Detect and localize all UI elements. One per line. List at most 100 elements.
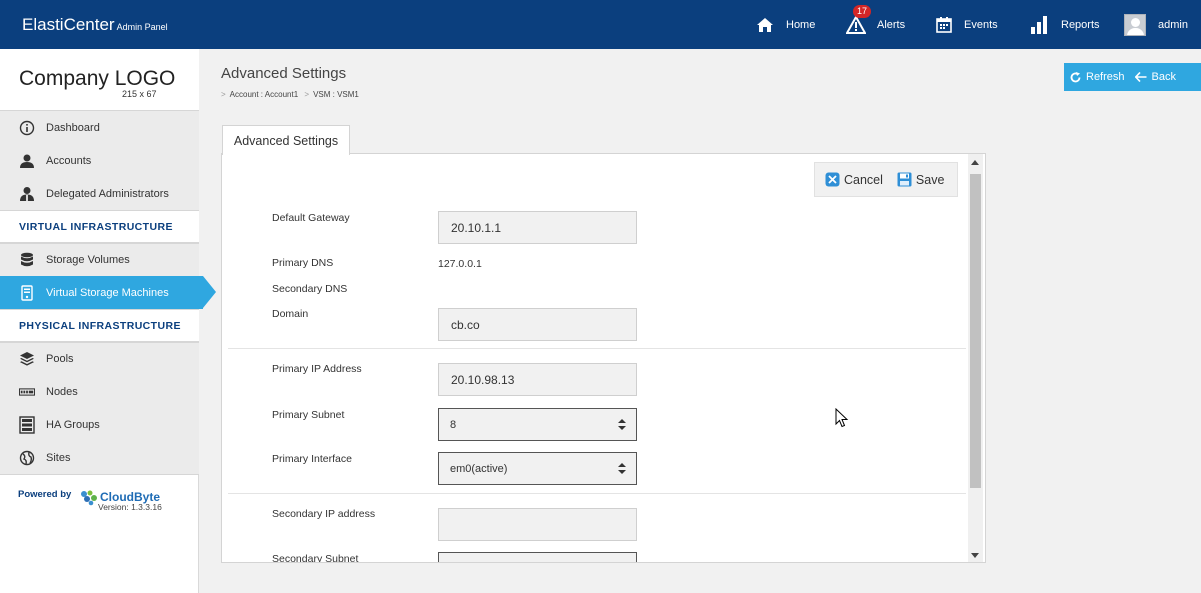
refresh-button[interactable]: Refresh <box>1070 71 1125 83</box>
primary-ip-label: Primary IP Address <box>272 363 362 375</box>
home-icon <box>757 17 773 32</box>
logo-size: 215 x 67 <box>122 89 157 99</box>
save-button[interactable]: Save <box>897 172 945 187</box>
user-menu[interactable]: admin <box>1124 0 1188 49</box>
sidebar-item-virtual-storage-machines[interactable]: Virtual Storage Machines <box>0 276 216 309</box>
cancel-button[interactable]: Cancel <box>825 172 883 187</box>
powered-by-label: Powered by <box>18 489 72 500</box>
breadcrumb: > Account : Account1 > VSM : VSM1 <box>221 90 359 99</box>
save-icon <box>897 172 912 187</box>
sidebar-item-label: Delegated Administrators <box>46 187 169 200</box>
sidebar-item-dashboard[interactable]: Dashboard <box>0 111 199 144</box>
info-icon <box>19 120 35 136</box>
select-arrows-icon <box>618 463 626 475</box>
default-gateway-label: Default Gateway <box>272 212 350 224</box>
cloudbyte-logo-icon <box>81 490 97 506</box>
sidebar-item-nodes[interactable]: Nodes <box>0 375 199 408</box>
nav-home[interactable]: Home <box>756 0 815 49</box>
nav-events[interactable]: Events <box>936 0 998 49</box>
sidebar-item-ha-groups[interactable]: HA Groups <box>0 408 199 441</box>
admin-user-icon <box>19 186 35 202</box>
top-bar: ElastiCenter Admin Panel Home 17 Alerts E… <box>0 0 1201 49</box>
sidebar-item-label: Sites <box>46 451 71 464</box>
logo-text: Company LOGO <box>19 67 176 90</box>
sidebar-item-accounts[interactable]: Accounts <box>0 144 199 177</box>
domain-label: Domain <box>272 308 309 320</box>
refresh-icon <box>1070 71 1081 82</box>
breadcrumb-separator-icon: > <box>221 90 226 99</box>
scroll-up-icon[interactable] <box>971 160 979 165</box>
layers-icon <box>19 351 35 367</box>
sidebar-item-pools[interactable]: Pools <box>0 342 199 375</box>
alert-icon <box>846 15 866 34</box>
sidebar-item-label: Virtual Storage Machines <box>46 286 169 299</box>
default-gateway-field[interactable]: 20.10.1.1 <box>438 211 637 244</box>
back-button[interactable]: Back <box>1134 71 1176 83</box>
select-arrows-icon <box>618 419 626 431</box>
secondary-dns-label: Secondary DNS <box>272 283 348 295</box>
scroll-down-icon[interactable] <box>971 553 979 558</box>
secondary-subnet-label: Secondary Subnet <box>272 553 359 563</box>
settings-panel: Cancel Save Default Gateway 20.10.1.1 Pr… <box>221 153 986 563</box>
primary-dns-label: Primary DNS <box>272 257 334 269</box>
primary-interface-label: Primary Interface <box>272 453 352 465</box>
alerts-count-badge: 17 <box>853 5 872 18</box>
sidebar-item-label: Pools <box>46 352 74 365</box>
user-icon <box>19 153 35 169</box>
nav-alerts[interactable]: 17 Alerts <box>846 0 905 49</box>
breadcrumb-separator-icon: > <box>304 90 310 99</box>
secondary-ip-field[interactable] <box>438 508 637 541</box>
brand-title: ElastiCenter <box>22 15 115 34</box>
sidebar-item-sites[interactable]: Sites <box>0 441 199 474</box>
primary-interface-select[interactable]: em0(active) <box>438 452 637 485</box>
sidebar-item-label: Dashboard <box>46 121 100 134</box>
secondary-ip-label: Secondary IP address <box>272 508 376 520</box>
primary-subnet-label: Primary Subnet <box>272 409 345 421</box>
primary-interface-value: em0(active) <box>450 462 508 475</box>
bar-chart-icon <box>1031 16 1047 34</box>
save-label: Save <box>915 172 945 187</box>
sidebar-item-label: Storage Volumes <box>46 253 130 266</box>
nav-reports[interactable]: Reports <box>1030 0 1100 49</box>
sidebar-item-label: Nodes <box>46 385 78 398</box>
scrollbar[interactable] <box>968 154 983 562</box>
nav-reports-label: Reports <box>1061 18 1100 31</box>
domain-field[interactable]: cb.co <box>438 308 637 341</box>
section-divider <box>228 348 966 349</box>
company-logo: Company LOGO 215 x 67 <box>0 49 199 110</box>
nav-home-label: Home <box>786 18 816 31</box>
version-text: Version: 1.3.3.16 <box>98 502 162 512</box>
arrow-left-icon <box>1134 72 1147 82</box>
primary-subnet-value: 8 <box>450 418 457 431</box>
section-divider <box>228 493 966 494</box>
user-name: admin <box>1158 18 1188 31</box>
breadcrumb-account[interactable]: Account : Account1 <box>230 90 299 99</box>
tab-advanced-settings[interactable]: Advanced Settings <box>222 125 350 155</box>
secondary-subnet-select[interactable] <box>438 552 637 562</box>
primary-subnet-select[interactable]: 8 <box>438 408 637 441</box>
calendar-icon <box>936 17 952 33</box>
cancel-label: Cancel <box>844 172 883 187</box>
rack-icon <box>19 415 35 434</box>
node-icon <box>19 384 35 400</box>
page-actions: Refresh Back <box>1064 63 1201 91</box>
back-label: Back <box>1151 71 1176 83</box>
sidebar-item-storage-volumes[interactable]: Storage Volumes <box>0 243 199 276</box>
brand: ElastiCenter Admin Panel <box>22 15 168 35</box>
sidebar-item-label: HA Groups <box>46 418 100 431</box>
scroll-thumb[interactable] <box>970 174 981 488</box>
database-icon <box>19 252 35 268</box>
section-physical-infrastructure: PHYSICAL INFRASTRUCTURE <box>0 309 199 342</box>
breadcrumb-vsm[interactable]: VSM : VSM1 <box>313 90 359 99</box>
nav-events-label: Events <box>964 18 998 31</box>
brand-subtitle: Admin Panel <box>116 22 168 32</box>
globe-icon <box>19 450 35 466</box>
section-virtual-infrastructure: VIRTUAL INFRASTRUCTURE <box>0 210 199 243</box>
refresh-label: Refresh <box>1086 71 1125 83</box>
vsm-icon <box>19 284 35 301</box>
avatar <box>1124 13 1146 36</box>
primary-ip-field[interactable]: 20.10.98.13 <box>438 363 637 396</box>
sidebar-item-delegated-admins[interactable]: Delegated Administrators <box>0 177 199 210</box>
nav-alerts-label: Alerts <box>877 18 906 31</box>
primary-dns-value: 127.0.0.1 <box>438 258 482 270</box>
